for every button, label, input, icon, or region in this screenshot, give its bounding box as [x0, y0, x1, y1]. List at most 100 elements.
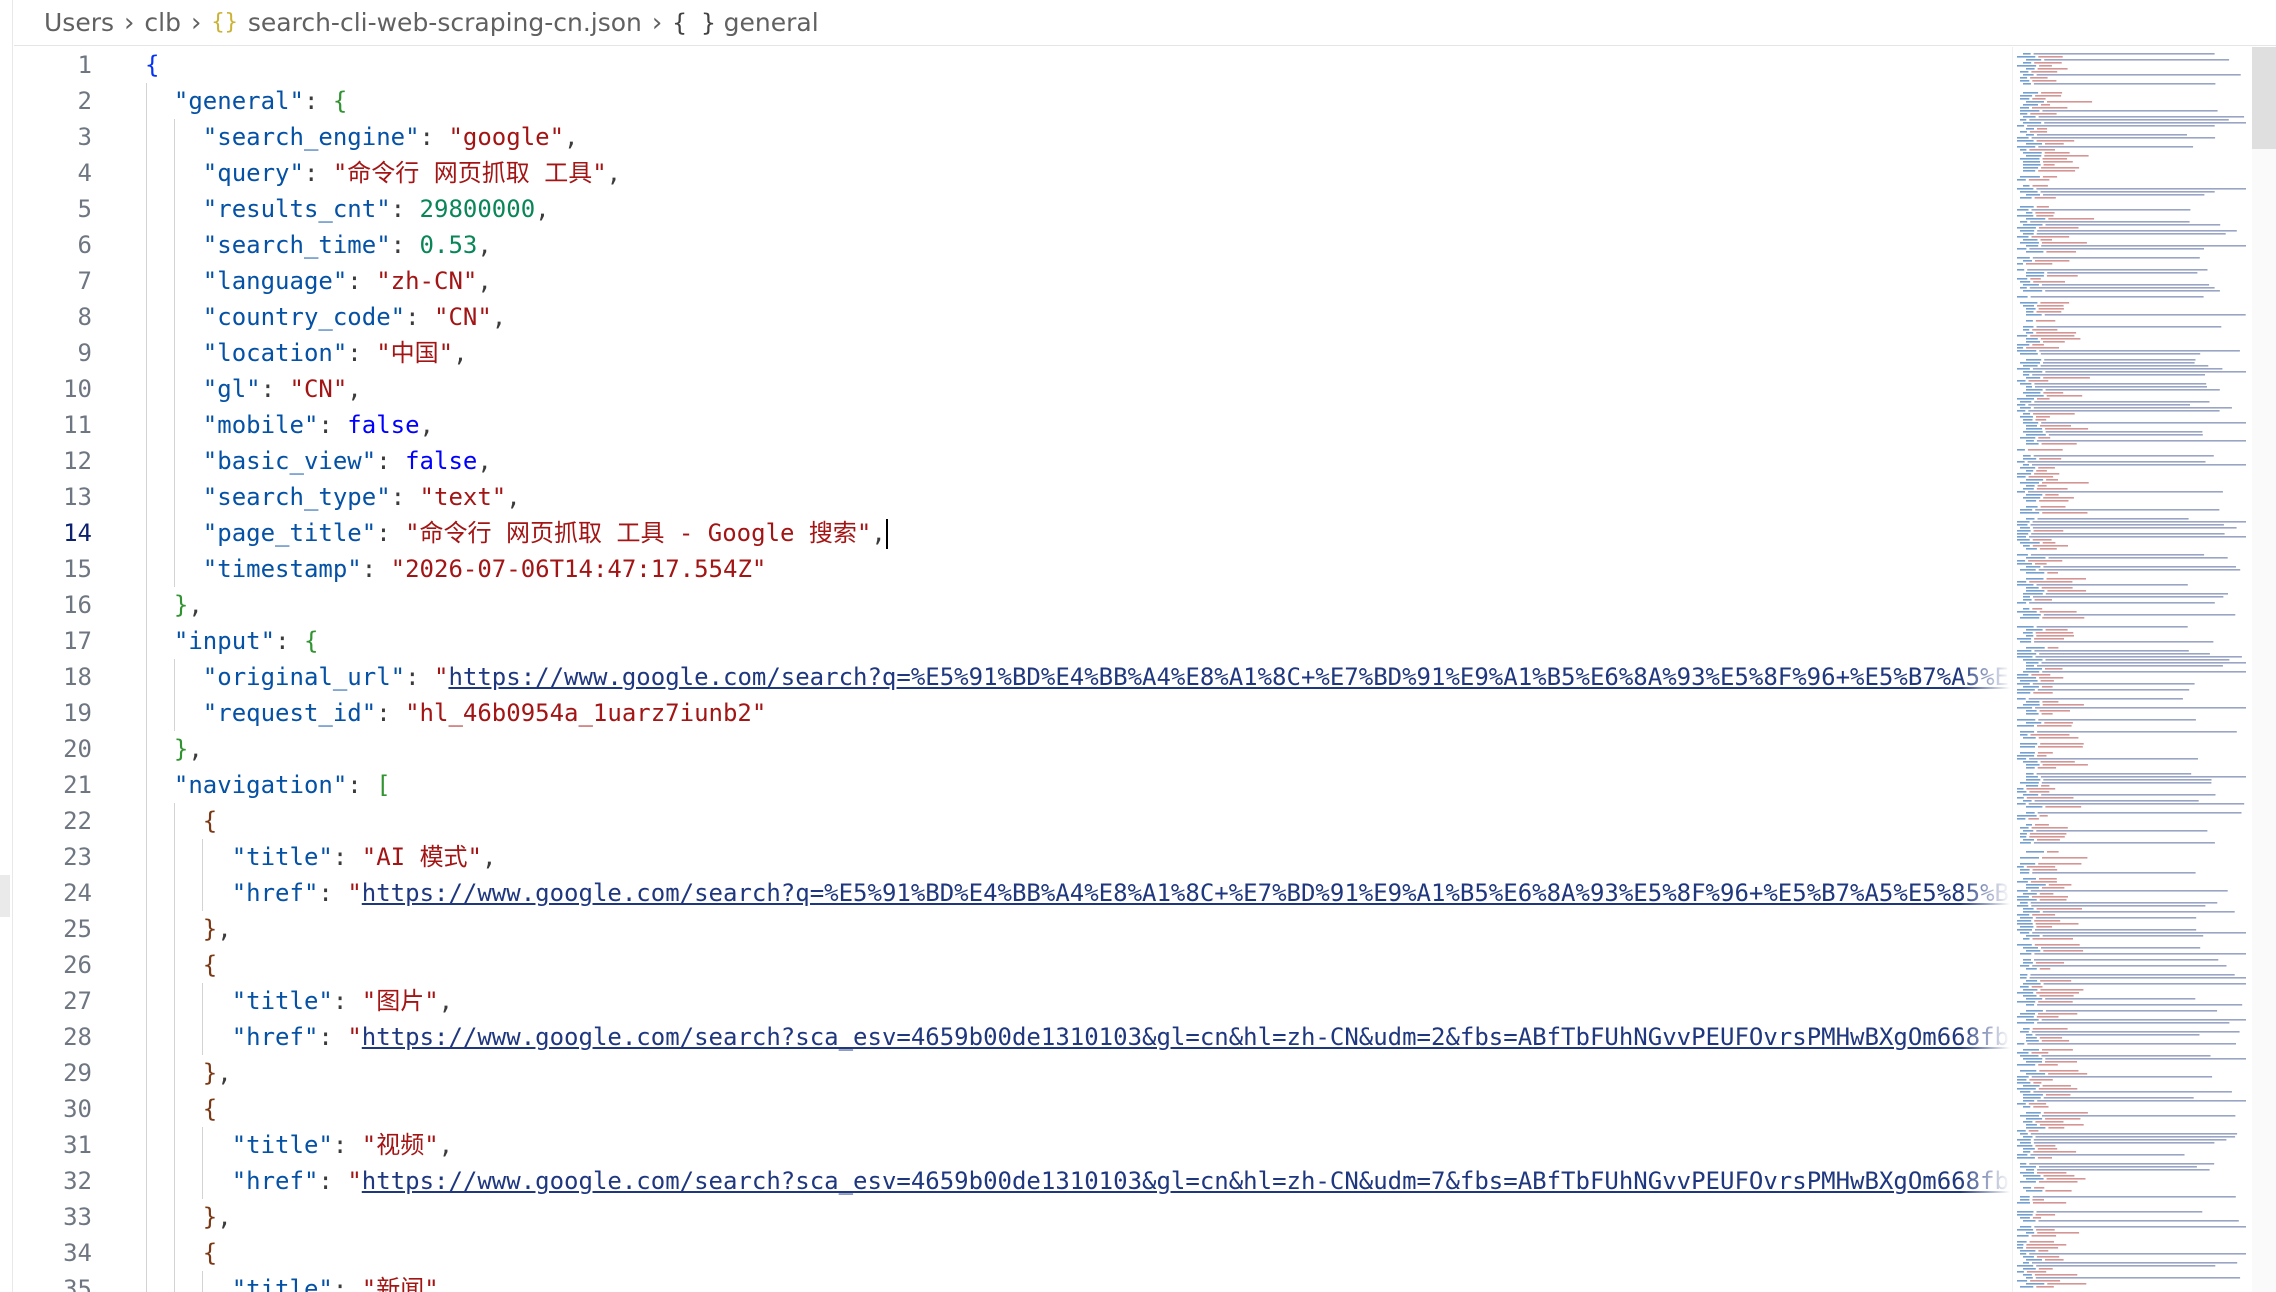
- line-content: "href": "https://www.google.com/search?s…: [145, 1163, 2010, 1199]
- code-line[interactable]: 14 "page_title": "命令行 网页抓取 工具 - Google 搜…: [14, 515, 2010, 551]
- code-line[interactable]: 9 "location": "中国",: [14, 335, 2010, 371]
- minimap-mark: [2043, 161, 2073, 163]
- minimap-mark: [2026, 311, 2034, 313]
- token: "新闻": [361, 1275, 439, 1292]
- code-line[interactable]: 4 "query": "命令行 网页抓取 工具",: [14, 155, 2010, 191]
- code-line[interactable]: 19 "request_id": "hl_46b0954a_1uarz7iunb…: [14, 695, 2010, 731]
- breadcrumb-clb[interactable]: clb: [144, 8, 181, 37]
- code-line[interactable]: 33 },: [14, 1199, 2010, 1235]
- minimap-mark: [2036, 1229, 2055, 1231]
- minimap-mark: [2017, 788, 2024, 790]
- breadcrumb-file[interactable]: search-cli-web-scraping-cn.json: [248, 8, 642, 37]
- minimap-mark: [2033, 1091, 2232, 1093]
- minimap[interactable]: [2012, 47, 2253, 1292]
- code-line[interactable]: 30 {: [14, 1091, 2010, 1127]
- code-line[interactable]: 25 },: [14, 911, 2010, 947]
- code-line[interactable]: 22 {: [14, 803, 2010, 839]
- code-line[interactable]: 16 },: [14, 587, 2010, 623]
- code-line[interactable]: 13 "search_type": "text",: [14, 479, 2010, 515]
- minimap-mark: [2041, 713, 2053, 715]
- url-link[interactable]: https://www.google.com/search?sca_esv=46…: [362, 1167, 2010, 1195]
- token: :: [318, 411, 348, 439]
- code-line[interactable]: 26 {: [14, 947, 2010, 983]
- code-line[interactable]: 18 "original_url": "https://www.google.c…: [14, 659, 2010, 695]
- line-content: {: [145, 1235, 217, 1271]
- minimap-mark: [2043, 1097, 2194, 1099]
- url-link[interactable]: https://www.google.com/search?q=%E5%91%B…: [448, 663, 2010, 691]
- code-line[interactable]: 28 "href": "https://www.google.com/searc…: [14, 1019, 2010, 1055]
- line-content: "query": "命令行 网页抓取 工具",: [145, 155, 621, 191]
- minimap-mark: [2031, 236, 2070, 238]
- minimap-mark: [2023, 62, 2032, 64]
- code-line[interactable]: 3 "search_engine": "google",: [14, 119, 2010, 155]
- line-content: "navigation": [: [145, 767, 391, 803]
- minimap-mark: [2020, 191, 2038, 193]
- minimap-mark: [2023, 74, 2034, 76]
- token: :: [318, 879, 348, 907]
- code-line[interactable]: 27 "title": "图片",: [14, 983, 2010, 1019]
- minimap-mark: [2036, 830, 2208, 832]
- code-line[interactable]: 29 },: [14, 1055, 2010, 1091]
- token: {: [332, 87, 348, 115]
- line-number: 7: [77, 267, 92, 295]
- minimap-mark: [2020, 902, 2028, 904]
- minimap-mark: [2017, 560, 2026, 562]
- minimap-mark: [2017, 656, 2033, 658]
- code-line[interactable]: 23 "title": "AI 模式",: [14, 839, 2010, 875]
- minimap-mark: [2033, 1139, 2227, 1141]
- minimap-mark: [2032, 329, 2058, 331]
- minimap-mark: [2031, 1031, 2240, 1033]
- code-line[interactable]: 21 "navigation": [: [14, 767, 2010, 803]
- code-line[interactable]: 1{: [14, 47, 2010, 83]
- minimap-mark: [2032, 464, 2246, 466]
- code-line[interactable]: 10 "gl": "CN",: [14, 371, 2010, 407]
- code-line[interactable]: 20 },: [14, 731, 2010, 767]
- minimap-mark: [2017, 404, 2026, 406]
- minimap-mark: [2026, 332, 2034, 334]
- minimap-mark: [2020, 119, 2027, 121]
- url-link[interactable]: https://www.google.com/search?q=%E5%91%B…: [362, 879, 2010, 907]
- code-line[interactable]: 11 "mobile": false,: [14, 407, 2010, 443]
- minimap-mark: [2044, 155, 2089, 157]
- code-line[interactable]: 34 {: [14, 1235, 2010, 1271]
- minimap-mark: [2017, 563, 2032, 565]
- code-line[interactable]: 31 "title": "视频",: [14, 1127, 2010, 1163]
- code-line[interactable]: 12 "basic_view": false,: [14, 443, 2010, 479]
- code-line[interactable]: 24 "href": "https://www.google.com/searc…: [14, 875, 2010, 911]
- token: :: [419, 123, 449, 151]
- line-number: 6: [77, 231, 92, 259]
- minimap-mark: [2038, 146, 2194, 148]
- url-link[interactable]: https://www.google.com/search?sca_esv=46…: [362, 1023, 2010, 1051]
- minimap-mark: [2023, 305, 2034, 307]
- code-line[interactable]: 2 "general": {: [14, 83, 2010, 119]
- code-line[interactable]: 32 "href": "https://www.google.com/searc…: [14, 1163, 2010, 1199]
- breadcrumb-users[interactable]: Users: [44, 8, 114, 37]
- left-pane-marker: [0, 875, 10, 917]
- minimap-mark: [2026, 443, 2039, 445]
- scrollbar-thumb[interactable]: [2252, 47, 2276, 149]
- vertical-scrollbar[interactable]: [2252, 47, 2276, 1292]
- token: "location": [202, 339, 348, 367]
- code-line[interactable]: 5 "results_cnt": 29800000,: [14, 191, 2010, 227]
- token: ,: [217, 1203, 232, 1231]
- minimap-mark: [2017, 818, 2026, 820]
- code-line[interactable]: 6 "search_time": 0.53,: [14, 227, 2010, 263]
- minimap-mark: [2048, 1073, 2088, 1075]
- code-line[interactable]: 7 "language": "zh-CN",: [14, 263, 2010, 299]
- breadcrumb-symbol-general[interactable]: general: [724, 8, 819, 37]
- code-line[interactable]: 15 "timestamp": "2026-07-06T14:47:17.554…: [14, 551, 2010, 587]
- minimap-mark: [2040, 506, 2066, 508]
- code-line[interactable]: 8 "country_code": "CN",: [14, 299, 2010, 335]
- code-line[interactable]: 17 "input": {: [14, 623, 2010, 659]
- minimap-mark: [2040, 302, 2070, 304]
- minimap-mark: [2037, 689, 2190, 691]
- code-editor[interactable]: 1{2 "general": {3 "search_engine": "goog…: [14, 47, 2010, 1292]
- code-line[interactable]: 35 "title": "新闻": [14, 1271, 2010, 1292]
- minimap-mark: [2037, 1157, 2052, 1159]
- line-content: "basic_view": false,: [145, 443, 492, 479]
- token: :: [332, 987, 362, 1015]
- minimap-mark: [2026, 485, 2035, 487]
- token: "图片": [361, 987, 439, 1015]
